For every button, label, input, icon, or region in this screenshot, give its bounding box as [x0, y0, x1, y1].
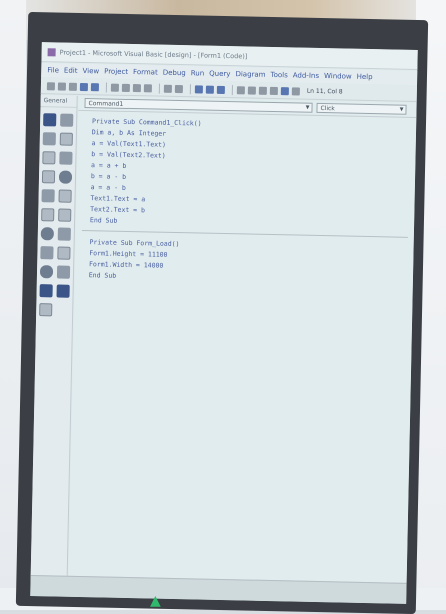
listbox-tool-icon[interactable] [58, 189, 72, 203]
break-icon[interactable] [205, 85, 214, 94]
menu-edit[interactable]: Edit [64, 67, 78, 75]
copy-icon[interactable] [121, 83, 130, 92]
hscrollbar-tool-icon[interactable] [41, 208, 55, 222]
menu-project[interactable]: Project [104, 67, 128, 75]
toolbox-header: General [40, 95, 77, 108]
object-combo[interactable]: Command1 ▼ [84, 98, 313, 113]
menu-view[interactable]: View [82, 67, 99, 75]
caret-up-icon: ▲ [150, 593, 161, 609]
timer-tool-icon[interactable] [40, 227, 54, 241]
cut-icon[interactable] [110, 83, 119, 92]
menu-format[interactable]: Format [133, 68, 158, 77]
menu-run[interactable]: Run [191, 69, 205, 77]
menu-query[interactable]: Query [209, 70, 230, 78]
optionbutton-tool-icon[interactable] [58, 170, 73, 184]
monitor-screen: Project1 - Microsoft Visual Basic [desig… [30, 42, 418, 604]
save-project-icon[interactable] [90, 82, 100, 91]
procedure-combo-value: Click [320, 104, 335, 112]
dirlistbox-tool-icon[interactable] [40, 246, 54, 260]
add-form-icon[interactable] [57, 81, 67, 91]
toolbar-separator [189, 83, 192, 94]
picturebox-tool-icon[interactable] [60, 113, 74, 127]
object-combo-value: Command1 [88, 99, 124, 108]
object-browser-icon[interactable] [269, 86, 278, 95]
shape-tool-icon[interactable] [39, 265, 54, 279]
chevron-down-icon[interactable]: ▼ [306, 105, 312, 111]
frame-tool-icon[interactable] [42, 151, 56, 165]
end-icon[interactable] [216, 85, 225, 94]
ole-tool-icon[interactable] [39, 303, 53, 317]
toolbox-grid [36, 107, 76, 323]
chevron-down-icon[interactable]: ▼ [400, 107, 406, 113]
add-project-icon[interactable] [46, 81, 56, 90]
undo-icon[interactable] [163, 84, 172, 93]
filelistbox-tool-icon[interactable] [57, 246, 71, 260]
data-view-icon[interactable] [291, 86, 300, 96]
label-tool-icon[interactable] [42, 132, 56, 146]
checkbox-tool-icon[interactable] [41, 170, 56, 184]
form-layout-icon[interactable] [258, 86, 267, 95]
menu-diagram[interactable]: Diagram [235, 70, 265, 79]
menu-add-ins[interactable]: Add-Ins [293, 71, 319, 80]
toolbar-separator [105, 81, 108, 92]
menu-window[interactable]: Window [324, 72, 352, 81]
menu-debug[interactable]: Debug [163, 69, 186, 77]
paste-icon[interactable] [132, 83, 141, 92]
line-tool-icon[interactable] [56, 265, 71, 279]
menu-file[interactable]: File [47, 66, 59, 74]
menu-editor-icon[interactable] [68, 82, 78, 91]
project-explorer-icon[interactable] [236, 85, 245, 94]
start-icon[interactable] [194, 84, 203, 94]
vscrollbar-tool-icon[interactable] [58, 208, 72, 222]
redo-icon[interactable] [174, 84, 183, 93]
commandbutton-tool-icon[interactable] [59, 151, 73, 165]
cursor-position-readout: Ln 11, Col 8 [306, 87, 343, 96]
find-icon[interactable] [143, 83, 152, 92]
menu-help[interactable]: Help [357, 73, 373, 81]
procedure-combo[interactable]: Click ▼ [316, 102, 407, 115]
pointer-tool-icon[interactable] [43, 113, 57, 127]
data-tool-icon[interactable] [56, 284, 70, 298]
vb-app-icon [47, 47, 56, 56]
toolbar-separator [158, 83, 161, 94]
toolbar-separator [231, 84, 233, 95]
toolbox-icon[interactable] [280, 86, 289, 95]
code-editor[interactable]: Private Sub Command1_Click() Dim a, b As… [75, 116, 411, 583]
open-project-icon[interactable] [79, 82, 89, 91]
textbox-tool-icon[interactable] [59, 132, 73, 146]
image-tool-icon[interactable] [39, 284, 53, 298]
window-title: Project1 - Microsoft Visual Basic [desig… [59, 47, 248, 60]
combobox-tool-icon[interactable] [41, 189, 55, 203]
properties-window-icon[interactable] [247, 85, 256, 95]
menu-tools[interactable]: Tools [270, 71, 287, 79]
code-window: Command1 ▼ Click ▼ Private Sub Command1_… [68, 95, 417, 583]
drivelistbox-tool-icon[interactable] [57, 227, 71, 241]
